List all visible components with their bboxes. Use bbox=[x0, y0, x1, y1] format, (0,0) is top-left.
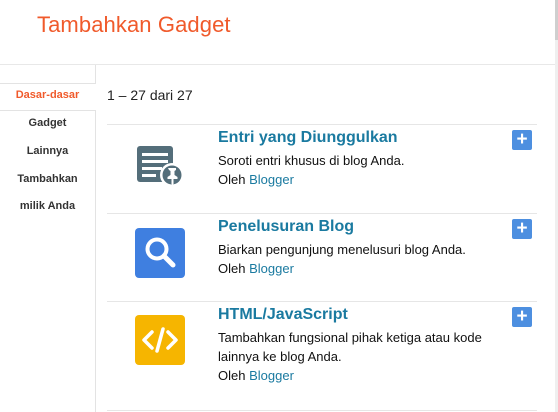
code-icon bbox=[135, 315, 185, 365]
author-link[interactable]: Blogger bbox=[249, 368, 294, 383]
add-gadget-button[interactable]: + bbox=[512, 219, 532, 239]
search-icon bbox=[135, 228, 185, 278]
sidebar-item-more[interactable]: Lainnya bbox=[0, 144, 95, 158]
by-label: Oleh bbox=[218, 261, 246, 276]
add-gadget-button[interactable]: + bbox=[512, 307, 532, 327]
divider bbox=[107, 410, 537, 411]
gadget-description: Tambahkan fungsional pihak ketiga atau k… bbox=[218, 328, 510, 385]
gadget-description-text: Tambahkan fungsional pihak ketiga atau k… bbox=[218, 330, 482, 364]
gadget-name[interactable]: Penelusuran Blog bbox=[218, 218, 354, 236]
dialog-title: Tambahkan Gadget bbox=[37, 12, 231, 37]
author-link[interactable]: Blogger bbox=[249, 261, 294, 276]
by-label: Oleh bbox=[218, 172, 246, 187]
by-label: Oleh bbox=[218, 368, 246, 383]
gadget-item-html-javascript[interactable]: HTML/JavaScript Tambahkan fungsional pih… bbox=[107, 302, 537, 410]
gadget-description: Biarkan pengunjung menelusuri blog Anda.… bbox=[218, 240, 518, 278]
sidebar-item-add-your-own[interactable]: Tambahkan bbox=[0, 172, 95, 186]
sidebar: Dasar-dasar Gadget Lainnya Tambahkan mil… bbox=[0, 65, 96, 412]
gadget-description: Soroti entri khusus di blog Anda. Oleh B… bbox=[218, 151, 518, 189]
gadget-author-line: Oleh Blogger bbox=[218, 170, 518, 189]
add-gadget-button[interactable]: + bbox=[512, 130, 532, 150]
result-count: 1 – 27 dari 27 bbox=[107, 87, 193, 103]
gadget-author-line: Oleh Blogger bbox=[218, 259, 518, 278]
sidebar-item-add-your-own-cont[interactable]: milik Anda bbox=[0, 199, 95, 213]
featured-post-icon bbox=[135, 139, 185, 189]
sidebar-item-gadgets[interactable]: Gadget bbox=[0, 116, 95, 130]
gadget-name[interactable]: HTML/JavaScript bbox=[218, 306, 348, 324]
gadget-name[interactable]: Entri yang Diunggulkan bbox=[218, 129, 398, 147]
sidebar-item-basics[interactable]: Dasar-dasar bbox=[0, 88, 95, 102]
gadget-author-line: Oleh Blogger bbox=[218, 366, 510, 385]
gadget-item-blog-search[interactable]: Penelusuran Blog Biarkan pengunjung mene… bbox=[107, 214, 537, 302]
gadget-description-text: Biarkan pengunjung menelusuri blog Anda. bbox=[218, 242, 466, 257]
gadget-description-text: Soroti entri khusus di blog Anda. bbox=[218, 153, 405, 168]
author-link[interactable]: Blogger bbox=[249, 172, 294, 187]
gadget-item-featured-post[interactable]: Entri yang Diunggulkan Soroti entri khus… bbox=[107, 125, 537, 213]
